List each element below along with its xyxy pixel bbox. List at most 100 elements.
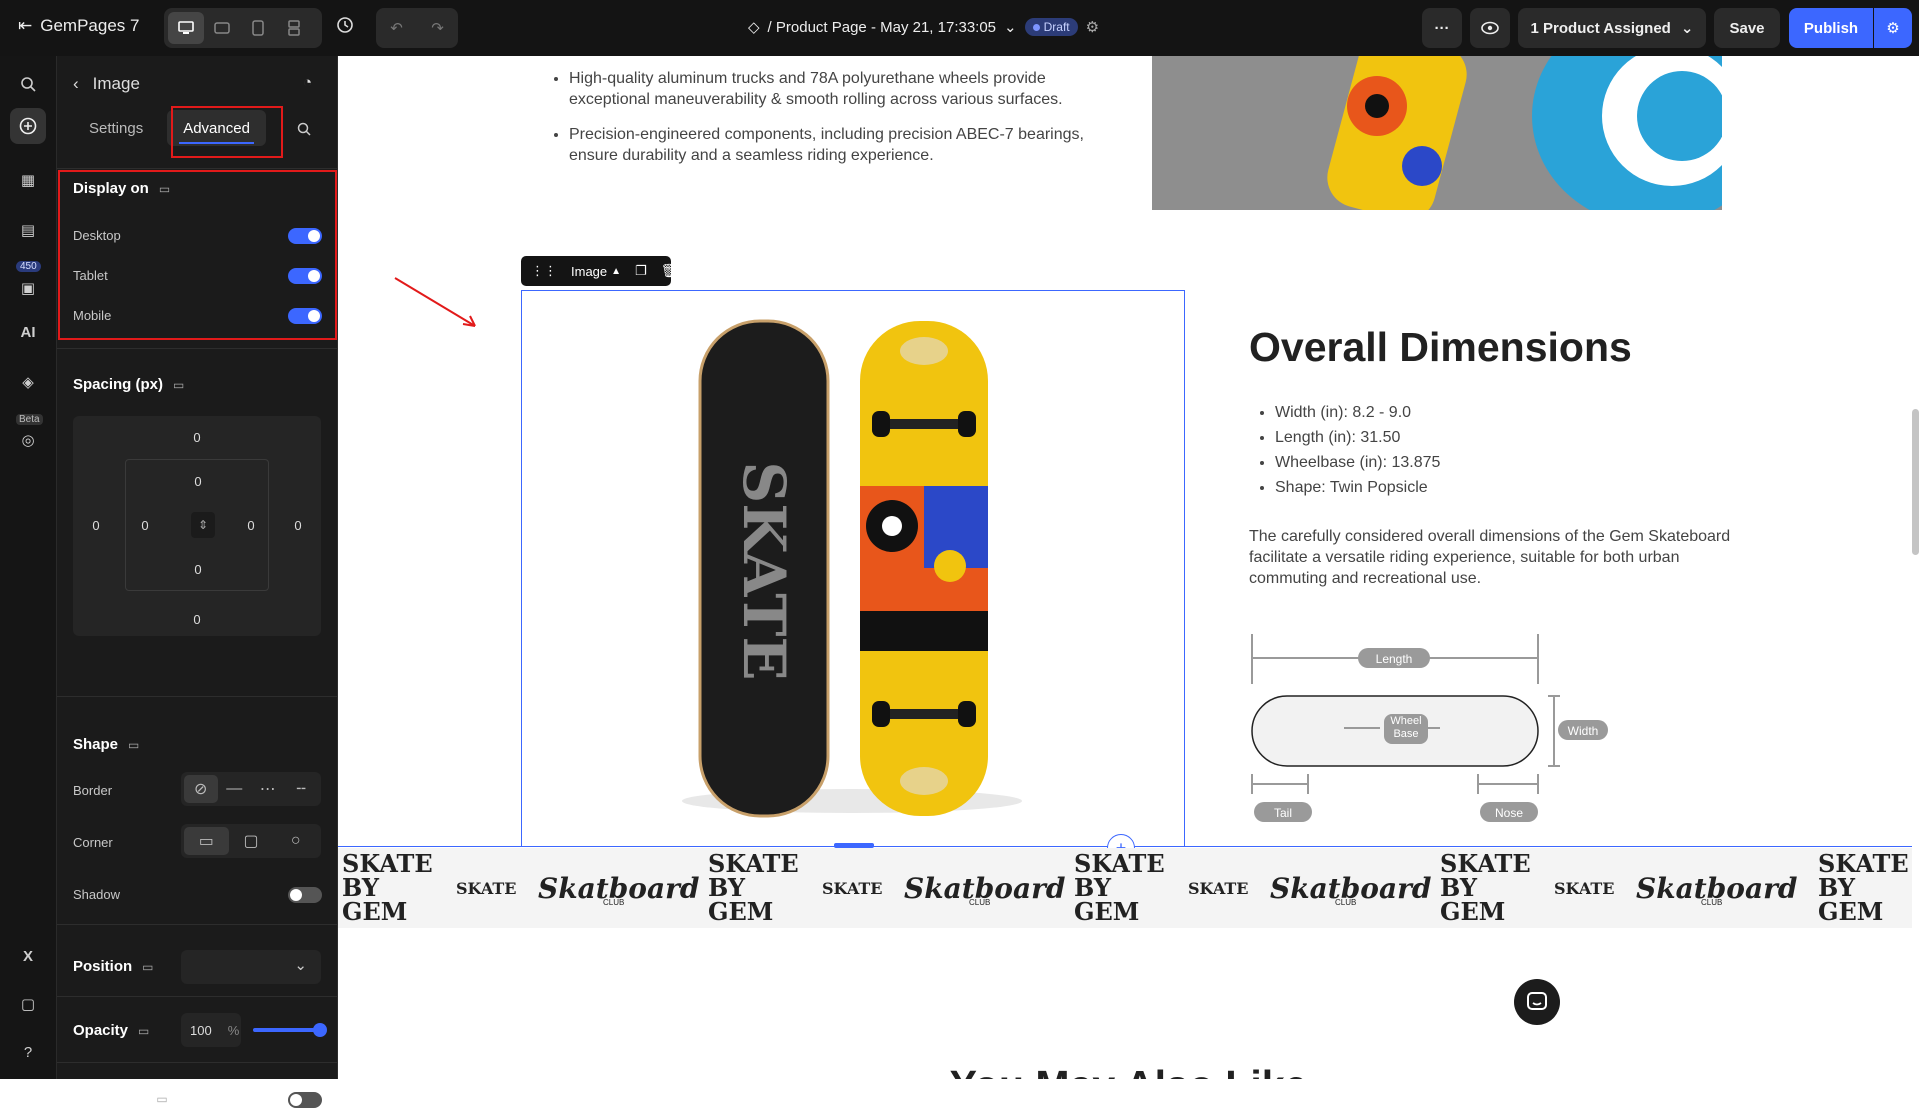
divider — [57, 1062, 338, 1063]
position-select[interactable] — [181, 950, 321, 984]
element-tag-label[interactable]: Image — [571, 264, 607, 279]
save-button[interactable]: Save — [1714, 8, 1780, 48]
scrollbar-thumb[interactable] — [1912, 409, 1919, 555]
corner-rounded-icon[interactable]: ▢ — [229, 827, 274, 855]
trash-icon[interactable]: 🗑 — [661, 263, 678, 279]
layers-icon[interactable]: ◈ — [14, 368, 42, 396]
monitor-icon: ▭ — [142, 959, 154, 974]
svg-text:SKATE: SKATE — [730, 461, 798, 680]
page-selector[interactable]: ◇ / Product Page - May 21, 17:33:05 ⌄ Dr… — [748, 18, 1099, 36]
publish-button[interactable]: Publish — [1789, 8, 1873, 48]
margin-top-input[interactable]: 0 — [182, 430, 212, 445]
monitor-icon: ▭ — [158, 181, 171, 196]
duplicate-icon[interactable]: ❐ — [635, 263, 647, 279]
tag-icon: ◇ — [748, 19, 760, 36]
pages-icon[interactable]: ▤ — [14, 216, 42, 244]
undo-icon[interactable]: ↶ — [376, 8, 417, 48]
hint-icon[interactable]: ◔ — [303, 74, 312, 91]
diagram-width-label: Width — [1567, 724, 1599, 738]
border-label: Border — [73, 783, 113, 798]
diagram-wheelbase-line1: Wheel — [1390, 715, 1422, 727]
caret-up-icon[interactable]: ▲ — [611, 266, 621, 277]
display-tablet-toggle[interactable] — [288, 268, 322, 284]
brand-logo-club: CLUB — [1701, 898, 1723, 907]
clipboard-icon[interactable]: ▢ — [14, 990, 42, 1018]
padding-box: 0 0 0 0 ⇕ — [125, 459, 269, 591]
responsive-icon — [288, 20, 300, 36]
dimensions-paragraph: The carefully considered overall dimensi… — [1249, 528, 1731, 587]
mobile-device-button[interactable] — [276, 12, 312, 44]
clock-icon — [337, 17, 353, 33]
desktop-icon — [178, 21, 194, 34]
divider — [57, 348, 338, 349]
diagram-wheelbase-line2: Base — [1393, 728, 1419, 740]
opacity-slider[interactable] — [253, 1023, 327, 1037]
laptop-device-button[interactable] — [204, 12, 240, 44]
theme-icon[interactable]: ◎ — [14, 426, 42, 454]
border-dashed-icon[interactable]: ╌ — [285, 775, 319, 803]
exit-icon[interactable]: ⇤ — [18, 16, 32, 36]
sections-icon[interactable]: ▣ — [14, 274, 42, 302]
padding-bottom-input[interactable]: 0 — [183, 562, 213, 577]
search-icon[interactable] — [297, 122, 311, 141]
back-icon[interactable]: ‹ — [73, 74, 79, 94]
more-button[interactable]: ··· — [1422, 8, 1462, 48]
publish-label: Publish — [1803, 19, 1859, 37]
app-logo[interactable]: ⇤ GemPages 7 — [18, 16, 139, 36]
padding-left-input[interactable]: 0 — [130, 518, 160, 533]
tablet-device-button[interactable] — [240, 12, 276, 44]
tab-settings[interactable]: Settings — [73, 110, 159, 146]
selected-image-element[interactable]: SKATE — [521, 290, 1185, 847]
display-desktop-toggle[interactable] — [288, 228, 322, 244]
redo-icon[interactable]: ↷ — [417, 8, 458, 48]
margin-bottom-input[interactable]: 0 — [182, 612, 212, 627]
x-icon[interactable]: X — [14, 942, 42, 970]
apps-icon[interactable]: ▦ — [14, 166, 42, 194]
margin-right-input[interactable]: 0 — [283, 518, 313, 533]
publish-settings-button[interactable]: ⚙ — [1874, 8, 1912, 48]
position-title: Position ▭ — [73, 958, 154, 975]
border-dotted-icon[interactable]: ⋯ — [251, 775, 285, 803]
canvas-scrollbar[interactable] — [1912, 56, 1919, 1079]
status-badge: Draft — [1024, 18, 1078, 36]
opacity-input[interactable]: 100 % — [181, 1013, 241, 1047]
display-on-title: Display on ▭ — [73, 180, 170, 197]
skateboards-image: SKATE — [682, 319, 1022, 818]
add-element-icon[interactable] — [10, 108, 46, 144]
shadow-toggle[interactable] — [288, 887, 322, 903]
device-switcher — [164, 8, 322, 48]
padding-right-input[interactable]: 0 — [236, 518, 266, 533]
preview-button[interactable] — [1470, 8, 1510, 48]
diagram-length-label: Length — [1375, 652, 1413, 666]
margin-left-input[interactable]: 0 — [81, 518, 111, 533]
opacity-label: Opacity — [73, 1022, 129, 1039]
dimensions-heading: Overall Dimensions — [1249, 324, 1632, 370]
monitor-icon: ▭ — [173, 377, 185, 392]
border-solid-icon[interactable]: — — [218, 775, 252, 803]
border-none-icon[interactable]: ⊘ — [184, 775, 218, 803]
desktop-device-button[interactable] — [168, 12, 204, 44]
chat-launcher-button[interactable] — [1514, 979, 1560, 1025]
display-mobile-toggle[interactable] — [288, 308, 322, 324]
ai-icon[interactable]: AI — [14, 318, 42, 346]
brand-logo-skate: SKATE — [456, 878, 517, 898]
drag-handle-icon[interactable]: ⋮⋮ — [531, 263, 557, 279]
padding-top-input[interactable]: 0 — [183, 474, 213, 489]
feature-image[interactable] — [1152, 56, 1722, 210]
corner-square-icon[interactable]: ▭ — [184, 827, 229, 855]
divider — [57, 924, 338, 925]
top-bar: ⇤ GemPages 7 ↶ ↷ ◇ / Product Page - May … — [0, 0, 1919, 56]
translate-icon[interactable]: ⚙ — [1086, 18, 1099, 36]
corner-circle-icon[interactable]: ○ — [273, 827, 318, 855]
search-icon[interactable] — [14, 70, 42, 98]
corner-label: Corner — [73, 835, 113, 850]
laptop-icon — [214, 22, 230, 34]
animation-toggle[interactable] — [288, 1092, 322, 1108]
history-button[interactable] — [336, 16, 354, 34]
chevron-down-icon: ⌄ — [1004, 19, 1017, 36]
product-assigned-dropdown[interactable]: 1 Product Assigned ⌄ — [1518, 8, 1706, 48]
divider — [57, 168, 338, 169]
panel-title: Image — [92, 74, 140, 93]
link-icon[interactable]: ⇕ — [191, 512, 215, 538]
help-icon[interactable]: ? — [14, 1038, 42, 1066]
